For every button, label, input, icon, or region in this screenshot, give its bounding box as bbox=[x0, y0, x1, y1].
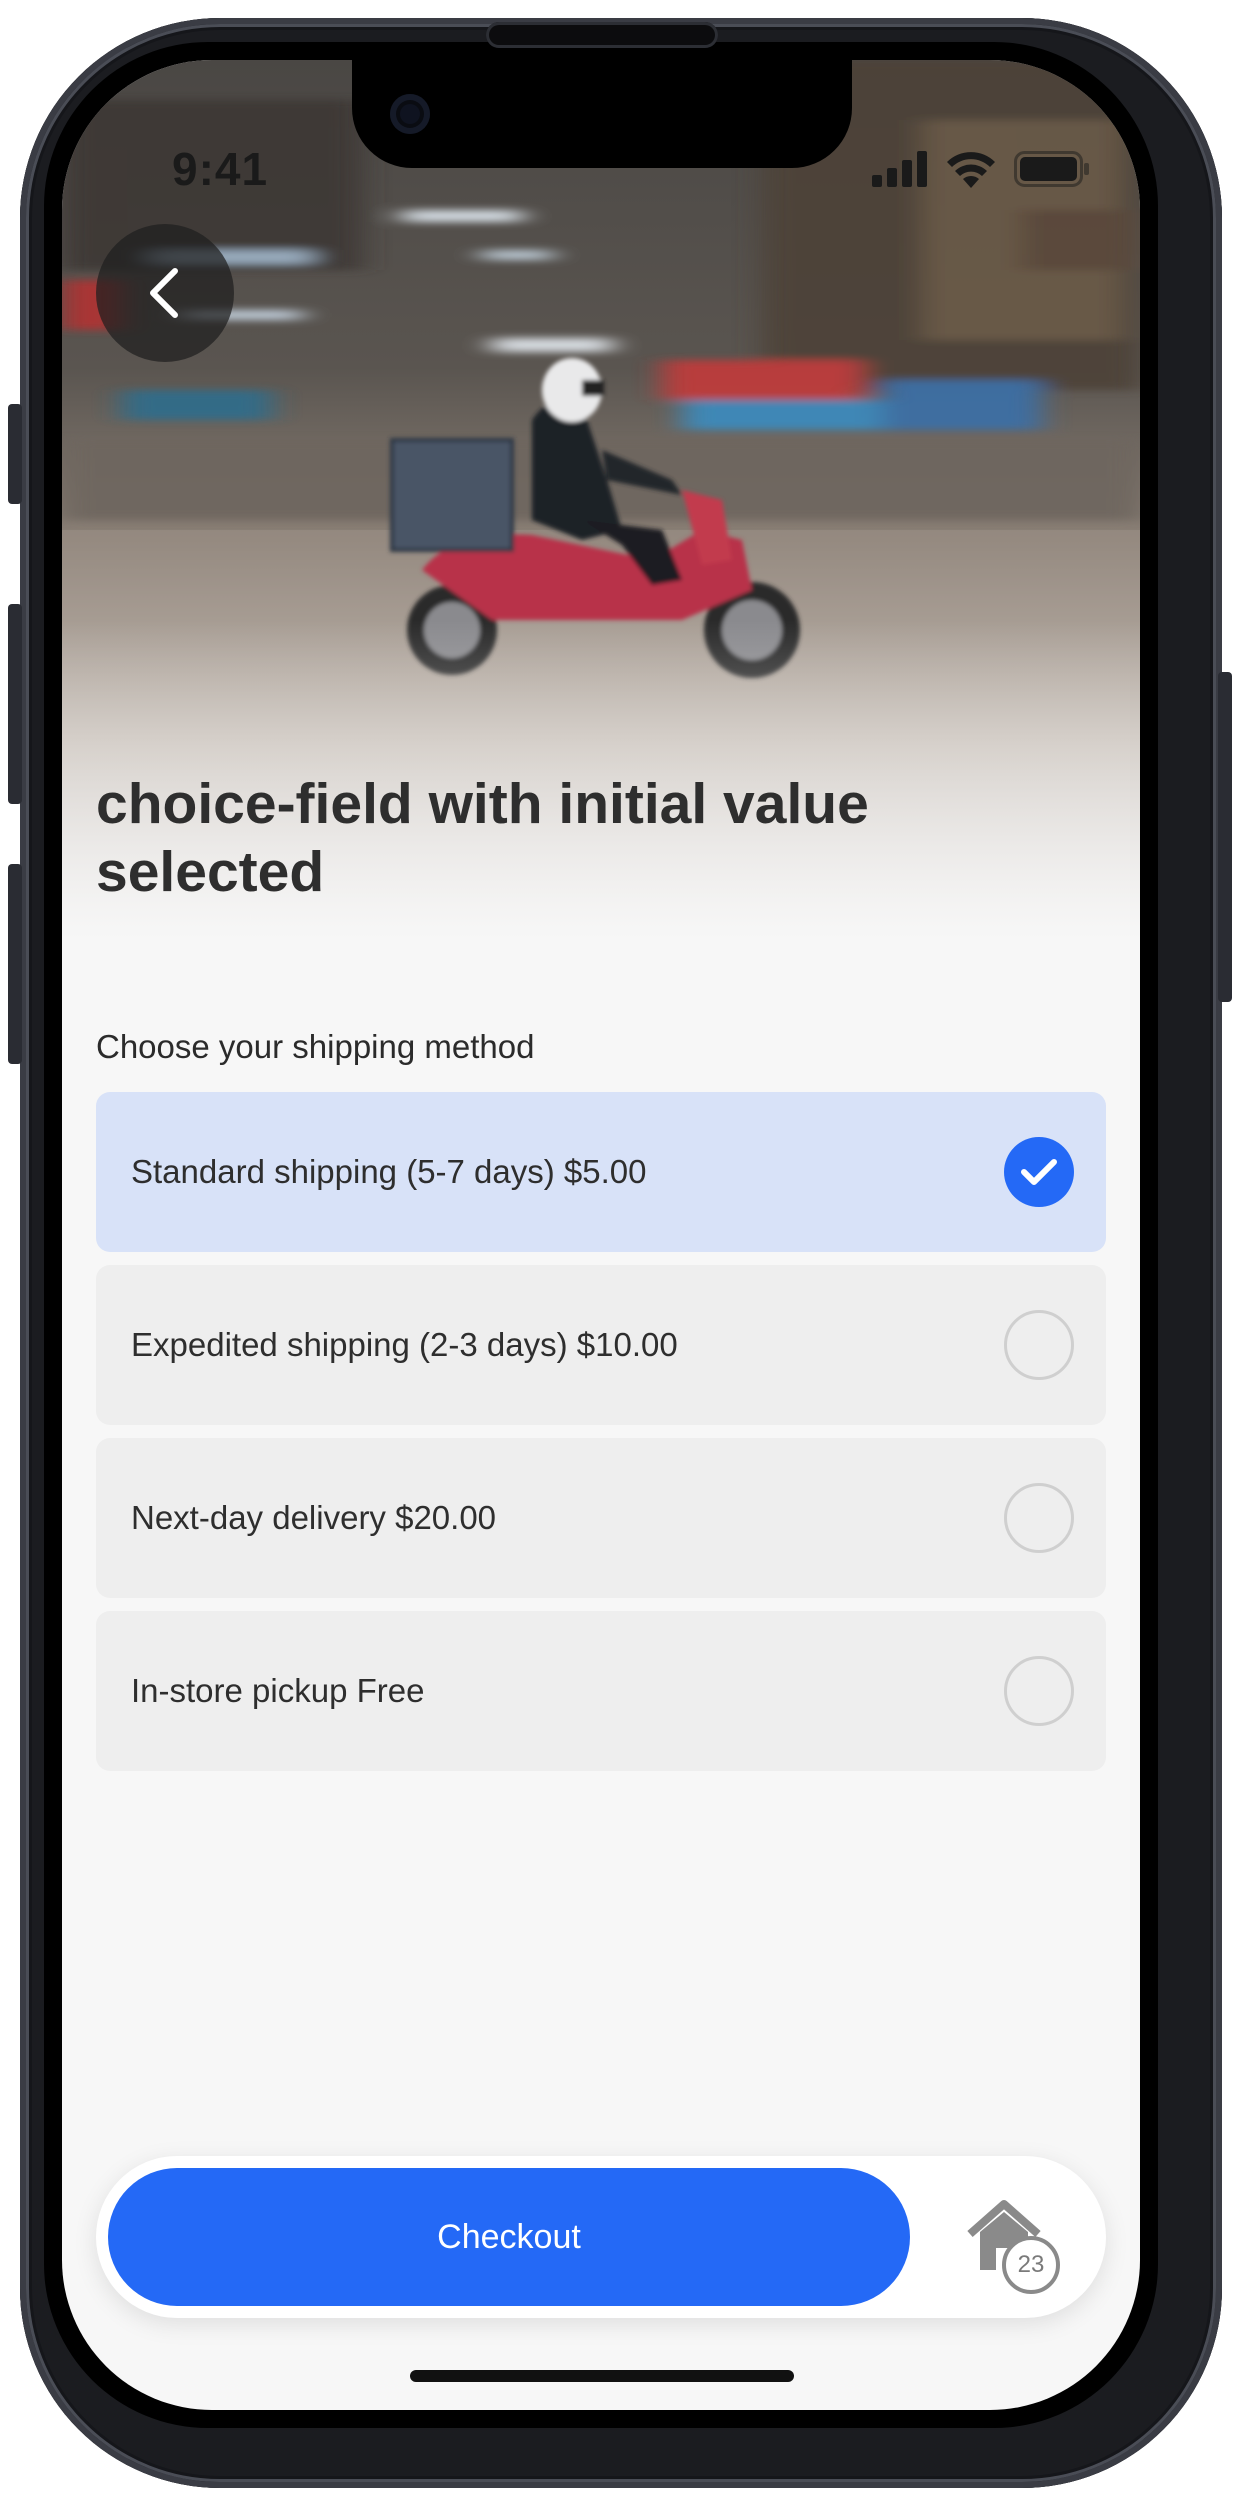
choice-field-options: Standard shipping (5-7 days) $5.00 Exped… bbox=[96, 1092, 1106, 1784]
side-button-power bbox=[1218, 672, 1232, 1002]
side-button-volume-up bbox=[8, 604, 22, 804]
checkmark-icon[interactable] bbox=[1004, 1137, 1074, 1207]
bottom-action-bar: Checkout 23 bbox=[96, 2156, 1106, 2318]
home-button[interactable]: 23 bbox=[964, 2196, 1074, 2296]
radio-unchecked-icon[interactable] bbox=[1004, 1310, 1074, 1380]
cart-count-badge: 23 bbox=[1002, 2236, 1060, 2294]
side-button-volume-down bbox=[8, 864, 22, 1064]
option-label: Next-day delivery $20.00 bbox=[131, 1499, 497, 1536]
option-label: Expedited shipping (2-3 days) $10.00 bbox=[131, 1326, 678, 1363]
checkout-button[interactable]: Checkout bbox=[108, 2168, 910, 2306]
app-screen: 9:41 choice-field with initial value sel… bbox=[62, 60, 1140, 2410]
wifi-icon bbox=[947, 152, 995, 188]
chevron-left-icon bbox=[150, 268, 178, 318]
earpiece-speaker bbox=[486, 22, 718, 48]
cellular-icon bbox=[872, 151, 927, 187]
option-label: In-store pickup Free bbox=[131, 1672, 425, 1709]
option-label: Standard shipping (5-7 days) $5.00 bbox=[131, 1153, 647, 1190]
shipping-option-standard[interactable]: Standard shipping (5-7 days) $5.00 bbox=[96, 1092, 1106, 1252]
shipping-option-next-day[interactable]: Next-day delivery $20.00 bbox=[96, 1438, 1106, 1598]
front-camera-icon bbox=[390, 94, 430, 134]
back-button[interactable] bbox=[96, 224, 234, 362]
choice-field-label: Choose your shipping method bbox=[96, 1028, 535, 1065]
page-title: choice-field with initial value selected bbox=[96, 772, 869, 904]
radio-unchecked-icon[interactable] bbox=[1004, 1483, 1074, 1553]
status-icons bbox=[872, 150, 1090, 188]
shipping-option-in-store[interactable]: In-store pickup Free bbox=[96, 1611, 1106, 1771]
check-glyph bbox=[1021, 1159, 1057, 1185]
hero-image: 9:41 choice-field with initial value sel… bbox=[62, 60, 1140, 940]
status-time: 9:41 bbox=[172, 143, 269, 195]
battery-icon bbox=[1014, 151, 1089, 187]
radio-unchecked-icon[interactable] bbox=[1004, 1656, 1074, 1726]
side-button-mute bbox=[8, 404, 22, 504]
shipping-option-expedited[interactable]: Expedited shipping (2-3 days) $10.00 bbox=[96, 1265, 1106, 1425]
home-indicator[interactable] bbox=[410, 2370, 794, 2382]
